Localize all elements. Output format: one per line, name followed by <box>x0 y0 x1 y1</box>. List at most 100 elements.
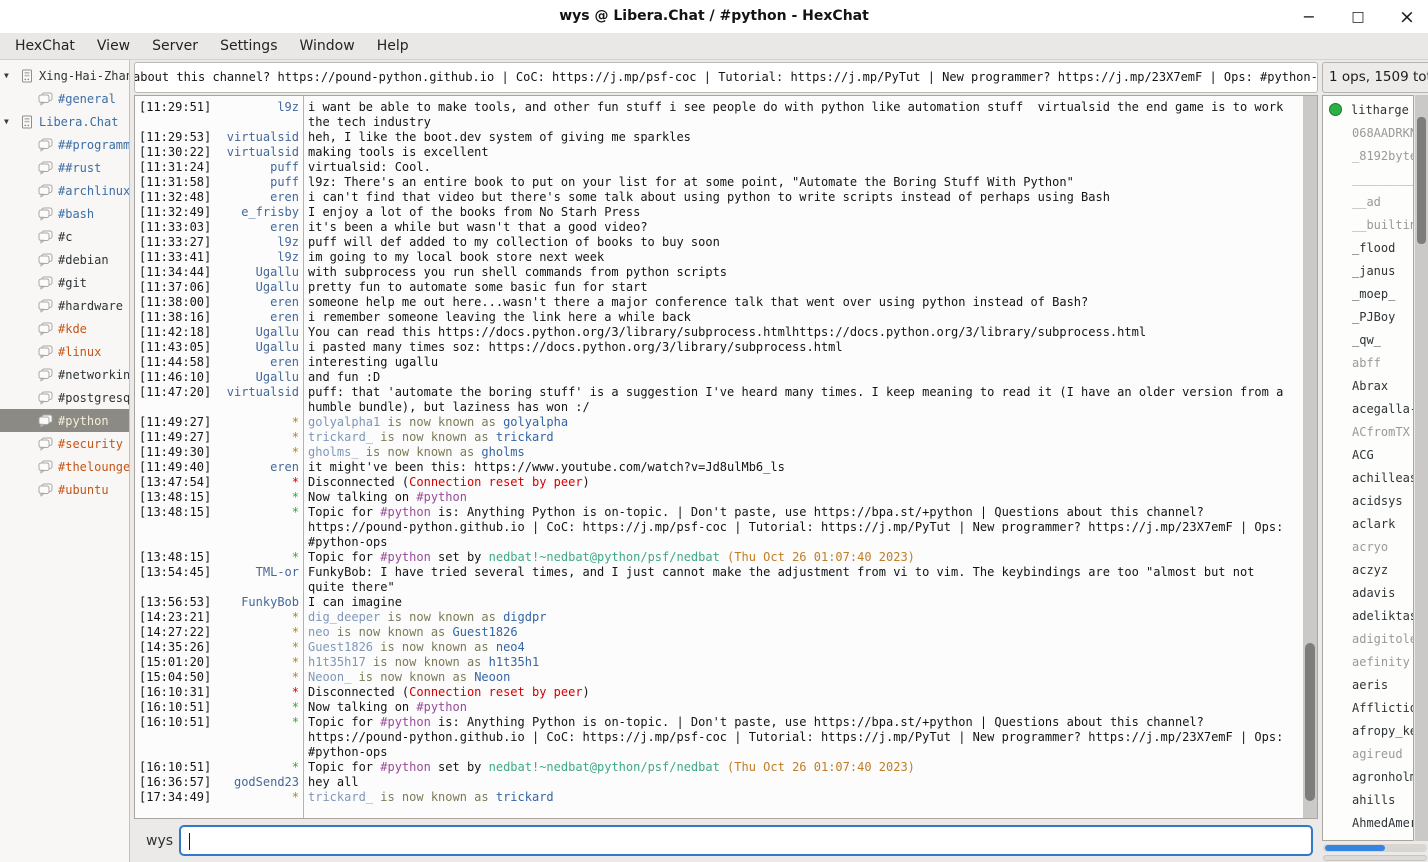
chat-message: [11:42:18]UgalluYou can read this https:… <box>135 325 1303 340</box>
user-list-item[interactable]: aefinity <box>1323 650 1413 673</box>
menu-help[interactable]: Help <box>366 33 420 59</box>
user-list-item[interactable]: _janus <box>1323 259 1413 282</box>
user-list-item[interactable]: _qw_ <box>1323 328 1413 351</box>
user-list-item[interactable]: agireud <box>1323 742 1413 765</box>
userlist-hscrollbar-thumb[interactable] <box>1325 845 1385 851</box>
expander-icon[interactable]: ▼ <box>4 117 20 126</box>
nick: puff <box>209 160 299 175</box>
menu-hexchat[interactable]: HexChat <box>4 33 86 59</box>
message-text: i pasted many times soz: https://docs.py… <box>299 340 1303 355</box>
sidebar-item-postgresql[interactable]: #postgresql <box>0 386 129 409</box>
chat-message: [13:48:15]*Topic for #python set by nedb… <box>135 550 1303 565</box>
menu-window[interactable]: Window <box>288 33 365 59</box>
user-list-item[interactable]: acryo <box>1323 535 1413 558</box>
timestamp: [11:33:03] <box>135 220 209 235</box>
channel-icon <box>38 460 53 474</box>
chat-message: [13:56:53]FunkyBobI can imagine <box>135 595 1303 610</box>
userlist-hscrollbar[interactable] <box>1323 844 1427 852</box>
chat-scrollbar[interactable] <box>1303 96 1317 818</box>
channel-label: #python <box>58 414 109 428</box>
user-list-item[interactable]: ACfromTX <box>1323 420 1413 443</box>
user-list-item[interactable]: _PJBoy <box>1323 305 1413 328</box>
user-list-item[interactable]: acidsys <box>1323 489 1413 512</box>
user-list-item[interactable]: AhmedAmer <box>1323 811 1413 834</box>
menubar: HexChatViewServerSettingsWindowHelp <box>0 33 1428 60</box>
channel-icon <box>38 207 53 221</box>
nick: * <box>209 640 299 655</box>
sidebar-item-ubuntu[interactable]: #ubuntu <box>0 478 129 501</box>
topic-bar[interactable]: about this channel? https://pound-python… <box>134 62 1318 93</box>
timestamp: [11:46:10] <box>135 370 209 385</box>
message-text: Topic for #python set by nedbat!~nedbat@… <box>299 550 1303 565</box>
user-list-item[interactable]: 068AADRKN <box>1323 121 1413 144</box>
chat-message: [11:49:27]*golyalpha1 is now known as go… <box>135 415 1303 430</box>
sidebar-item-python[interactable]: #python <box>0 409 129 432</box>
user-list-item[interactable]: achilleas <box>1323 466 1413 489</box>
close-button[interactable]: × <box>1396 6 1418 28</box>
message-text: FunkyBob: I have tried several times, an… <box>299 565 1303 595</box>
message-text: trickard_ is now known as trickard <box>299 430 1303 445</box>
user-list-item[interactable]: aclark <box>1323 512 1413 535</box>
userlist-scrollbar-thumb[interactable] <box>1417 117 1426 244</box>
chat-message: [11:38:00]erensomeone help me out here..… <box>135 295 1303 310</box>
user-name: aczyz <box>1352 563 1388 577</box>
user-list-item[interactable]: agronholm <box>1323 765 1413 788</box>
sidebar-item-server-libera.chat[interactable]: ▼Libera.Chat <box>0 110 129 133</box>
menu-settings[interactable]: Settings <box>209 33 288 59</box>
user-list-item[interactable]: adeliktas <box>1323 604 1413 627</box>
maximize-button[interactable]: □ <box>1347 9 1369 25</box>
user-list-item[interactable]: adavis <box>1323 581 1413 604</box>
user-list-item[interactable]: ahills <box>1323 788 1413 811</box>
sidebar-item-linux[interactable]: #linux <box>0 340 129 363</box>
userlist-scrollbar[interactable] <box>1415 95 1428 841</box>
sidebar-item-git[interactable]: #git <box>0 271 129 294</box>
timestamp: [14:27:22] <box>135 625 209 640</box>
user-list-item[interactable]: _moep_ <box>1323 282 1413 305</box>
user-list-item[interactable]: afropy_ke <box>1323 719 1413 742</box>
user-list-item[interactable]: aeris <box>1323 673 1413 696</box>
sidebar-item-rust[interactable]: ##rust <box>0 156 129 179</box>
user-list-item[interactable]: __builtin <box>1323 213 1413 236</box>
message-text: and fun :D <box>299 370 1303 385</box>
chat-message: [16:10:31]*Disconnected (Connection rese… <box>135 685 1303 700</box>
user-list-item[interactable]: adigitole <box>1323 627 1413 650</box>
user-list-item[interactable]: acegalla- <box>1323 397 1413 420</box>
message-text: making tools is excellent <box>299 145 1303 160</box>
sidebar-item-networking[interactable]: #networking <box>0 363 129 386</box>
user-list-item[interactable]: litharge <box>1323 98 1413 121</box>
user-name: acidsys <box>1352 494 1403 508</box>
user-list-item[interactable]: _8192byte <box>1323 144 1413 167</box>
sidebar-item-kde[interactable]: #kde <box>0 317 129 340</box>
sidebar-item-server-xing-hai-zhan[interactable]: ▼Xing-Hai-Zhan <box>0 64 129 87</box>
user-list-item[interactable]: Afflictio <box>1323 696 1413 719</box>
channel-label: #postgresql <box>58 391 129 405</box>
chat-message: [11:37:06]Ugallupretty fun to automate s… <box>135 280 1303 295</box>
user-list-item[interactable]: __ad <box>1323 190 1413 213</box>
minimize-button[interactable]: − <box>1298 7 1320 26</box>
expander-icon[interactable]: ▼ <box>4 71 20 80</box>
user-list-item[interactable]: ACG <box>1323 443 1413 466</box>
user-list-item[interactable]: Abrax <box>1323 374 1413 397</box>
nick: * <box>209 505 299 550</box>
sidebar-item-hardware[interactable]: #hardware <box>0 294 129 317</box>
message-text: hey all <box>299 775 1303 790</box>
sidebar-item-archlinux[interactable]: #archlinux <box>0 179 129 202</box>
user-name: _moep_ <box>1352 287 1395 301</box>
chat-scrollbar-thumb[interactable] <box>1305 643 1315 801</box>
sidebar-item-c[interactable]: #c <box>0 225 129 248</box>
sidebar-item-debian[interactable]: #debian <box>0 248 129 271</box>
sidebar-item-bash[interactable]: #bash <box>0 202 129 225</box>
user-list-item[interactable]: abff <box>1323 351 1413 374</box>
sidebar-item-security[interactable]: #security <box>0 432 129 455</box>
sidebar-item-programming[interactable]: ##programming <box>0 133 129 156</box>
menu-view[interactable]: View <box>86 33 141 59</box>
user-list-item[interactable]: _flood <box>1323 236 1413 259</box>
sidebar-item-thelounge[interactable]: #thelounge <box>0 455 129 478</box>
message-input[interactable] <box>179 825 1313 856</box>
channel-icon <box>38 322 53 336</box>
user-list-item[interactable]: aczyz <box>1323 558 1413 581</box>
menu-server[interactable]: Server <box>141 33 209 59</box>
user-name: adigitole <box>1352 632 1413 646</box>
sidebar-item-general[interactable]: #general <box>0 87 129 110</box>
user-list-item[interactable]: _________ <box>1323 167 1413 190</box>
